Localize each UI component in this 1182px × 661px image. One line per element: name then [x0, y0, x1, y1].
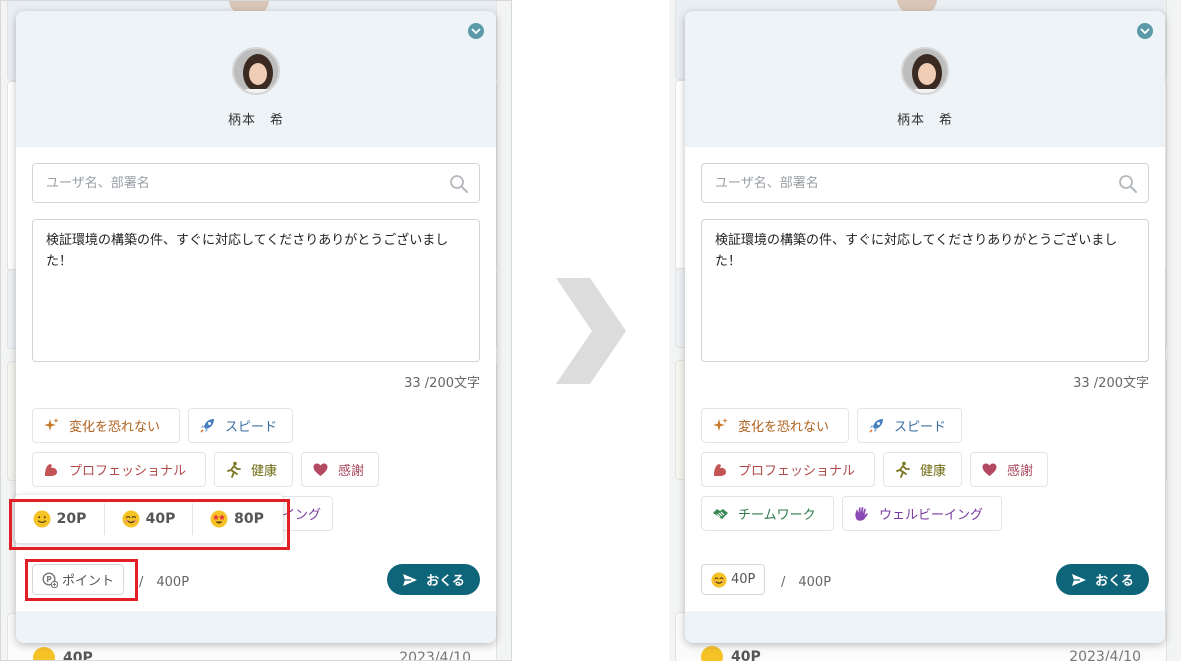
tag-label: 健康 [920, 464, 947, 479]
sparkle-icon [712, 417, 729, 434]
feed-row: 40P 2023/4/10 [701, 646, 1141, 661]
highlight-point-picker [9, 499, 290, 550]
tag-teamwork[interactable]: チームワーク [701, 496, 834, 531]
tag-speed[interactable]: スピード [188, 408, 293, 443]
recipient-avatar [232, 47, 280, 95]
feed-date: 2023/4/10 [1069, 649, 1141, 661]
thanks-modal-after: 柄本 希 検証環境の構築の件、すぐに対応してくださりありがとうございました！ 3… [685, 11, 1165, 643]
tag-health[interactable]: 健康 [883, 452, 962, 487]
search-icon[interactable] [1118, 174, 1138, 194]
user-search-input[interactable] [702, 164, 1102, 202]
tag-wellbeing[interactable]: ウェルビーイング [842, 496, 1002, 531]
char-counter: 33 /200文字 [404, 376, 480, 391]
feed-date: 2023/4/10 [399, 650, 471, 661]
user-search-field[interactable] [32, 163, 480, 203]
tag-label: スピード [225, 420, 278, 435]
user-search-input[interactable] [33, 164, 433, 202]
feed-points: 40P [63, 650, 93, 661]
muscle-icon [712, 461, 729, 478]
sparkle-icon [43, 417, 60, 434]
modal-footer [685, 611, 1165, 643]
chevron-right-icon [554, 276, 628, 386]
tag-gratitude[interactable]: 感謝 [970, 452, 1048, 487]
recipient-name: 柄本 希 [227, 113, 284, 128]
message-textarea[interactable]: 検証環境の構築の件、すぐに対応してくださりありがとうございました！ [701, 219, 1149, 362]
tag-label: 健康 [251, 464, 278, 479]
tag-label: スピード [894, 420, 947, 435]
user-search-field[interactable] [701, 163, 1149, 203]
send-button[interactable]: おくる [1056, 564, 1149, 595]
tag-label: プロフェッショナル [738, 464, 856, 479]
point-select-button[interactable]: 40P [701, 564, 766, 595]
tag-label: ウェルビーイング [879, 508, 984, 523]
recipient-avatar [901, 47, 949, 95]
runner-icon [225, 461, 242, 478]
tag-change[interactable]: 変化を恐れない [32, 408, 180, 443]
tag-label: チームワーク [738, 508, 816, 523]
point-select-label: 40P [731, 572, 756, 587]
rocket-icon [868, 417, 885, 434]
tag-change[interactable]: 変化を恐れない [701, 408, 849, 443]
waving-hand-icon [853, 505, 870, 522]
heart-icon [312, 461, 329, 478]
modal-header: 柄本 希 [685, 11, 1165, 147]
muscle-icon [43, 461, 60, 478]
tag-health[interactable]: 健康 [214, 452, 293, 487]
tag-speed[interactable]: スピード [857, 408, 962, 443]
points-total: / 400P [139, 575, 190, 590]
smiling-emoji-icon [711, 571, 727, 588]
send-label: おくる [426, 574, 465, 589]
message-textarea[interactable]: 検証環境の構築の件、すぐに対応してくださりありがとうございました！ [32, 219, 480, 362]
runner-icon [894, 461, 911, 478]
highlight-point-button [25, 559, 138, 601]
modal-header: 柄本 希 [16, 11, 496, 147]
modal-footer [16, 611, 496, 643]
tag-label: 感謝 [1007, 464, 1034, 479]
recipient-name: 柄本 希 [896, 113, 953, 128]
tag-label: 変化を恐れない [738, 420, 830, 435]
rocket-icon [199, 417, 216, 434]
comparison-stage: 40P 2023/4/10 柄本 希 検証環境の構築の件、すぐに対応してくださり… [0, 0, 1182, 661]
tag-label: 感謝 [338, 464, 365, 479]
tag-label: 変化を恐れない [69, 420, 161, 435]
tag-professional[interactable]: プロフェッショナル [32, 452, 206, 487]
points-total: / 400P [781, 575, 832, 590]
send-label: おくる [1095, 574, 1134, 589]
smiling-emoji-icon [701, 646, 723, 661]
collapse-chevron-icon[interactable] [468, 23, 484, 39]
search-icon[interactable] [449, 174, 469, 194]
feed-row: 40P 2023/4/10 [33, 647, 471, 661]
handshake-icon [712, 505, 729, 522]
tag-professional[interactable]: プロフェッショナル [701, 452, 875, 487]
feed-points: 40P [731, 649, 761, 661]
collapse-chevron-icon[interactable] [1137, 23, 1153, 39]
tag-label: プロフェッショナル [69, 464, 187, 479]
heart-icon [981, 461, 998, 478]
smiling-emoji-icon [33, 647, 55, 660]
char-counter: 33 /200文字 [1073, 376, 1149, 391]
send-button[interactable]: おくる [387, 564, 480, 595]
tag-gratitude[interactable]: 感謝 [301, 452, 379, 487]
